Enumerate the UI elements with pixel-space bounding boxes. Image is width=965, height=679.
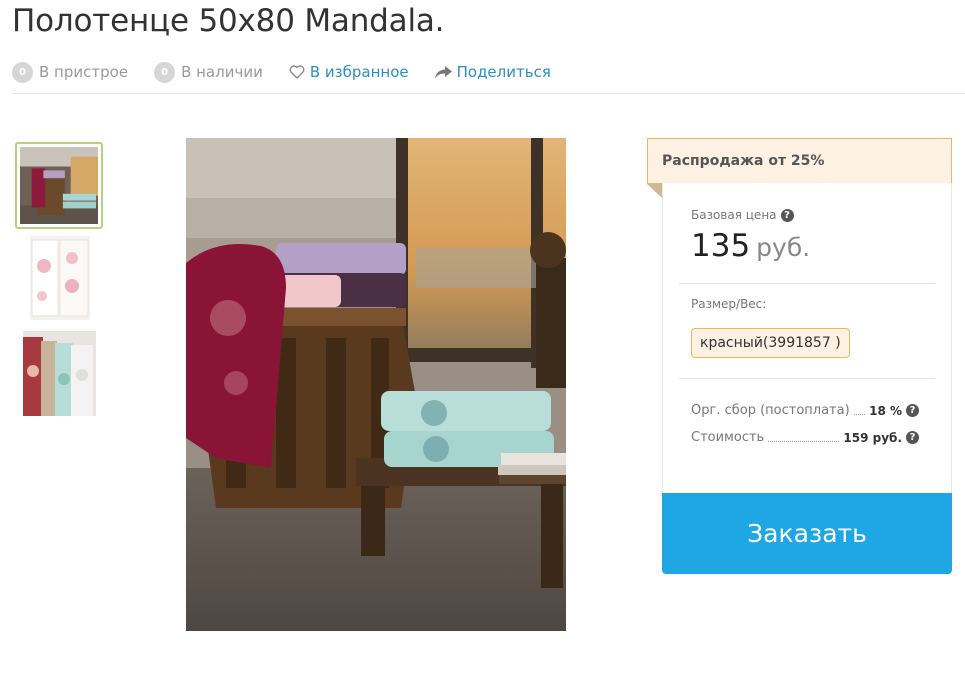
main-image-illustration [186,138,566,631]
base-price-label-row: Базовая цена ? [691,208,794,222]
org-fee-leader-dots [853,406,866,415]
favorites-label: В избранное [309,63,409,81]
add-to-favorites-link[interactable]: В избранное [289,63,409,81]
share-arrow-icon [434,65,452,78]
size-label: Размер/Вес: [691,297,767,311]
order-button[interactable]: Заказать [662,493,952,574]
base-price-label: Базовая цена [691,208,777,222]
org-fee-help-icon[interactable]: ? [906,404,919,417]
header-divider [12,93,965,94]
org-fee-row: Орг. сбор (постоплата) 18 % ? [691,403,919,418]
total-cost-leader-dots [768,433,840,442]
stock-status: 0 В наличии [154,61,263,83]
product-main-image[interactable] [186,138,566,631]
size-option-chip[interactable]: красный(3991857 ) [691,328,850,358]
thumbnail-image-1 [20,147,98,224]
panel-divider-2 [679,378,935,379]
total-cost-row: Стоимость 159 руб. ? [691,430,919,445]
panel-divider-1 [679,283,935,284]
product-meta-bar: 0 В пристрое 0 В наличии В избранное Под… [12,60,577,84]
price-currency: руб. [756,233,811,262]
gallery-thumbnail-1[interactable] [15,142,103,229]
sale-banner: Распродажа от 25% [647,138,952,184]
base-price: 135 руб. [691,228,810,264]
pristroy-status: 0 В пристрое [12,61,129,83]
pristroy-label: В пристрое [39,63,129,81]
page-title: Полотенце 50x80 Mandala. [12,3,445,39]
total-cost-help-icon[interactable]: ? [906,431,919,444]
base-price-help-icon[interactable]: ? [780,208,794,222]
heart-icon [289,65,305,79]
gallery-thumbnail-3[interactable] [23,331,96,416]
share-link[interactable]: Поделиться [434,63,551,81]
share-label: Поделиться [456,63,551,81]
gallery-thumbnail-2[interactable] [30,236,90,320]
stock-label: В наличии [181,63,263,81]
org-fee-value: 18 % [869,403,902,418]
stock-count-badge: 0 [154,61,176,83]
price-value: 135 [691,228,751,264]
total-cost-value: 159 руб. [843,430,902,445]
thumbnail-image-3 [23,331,96,416]
sale-banner-text: Распродажа от 25% [662,153,825,169]
pristroy-count-badge: 0 [12,61,33,83]
org-fee-label: Орг. сбор (постоплата) [691,403,850,418]
total-cost-label: Стоимость [691,430,765,445]
thumbnail-image-2 [30,236,90,320]
sale-banner-fold [647,184,662,198]
